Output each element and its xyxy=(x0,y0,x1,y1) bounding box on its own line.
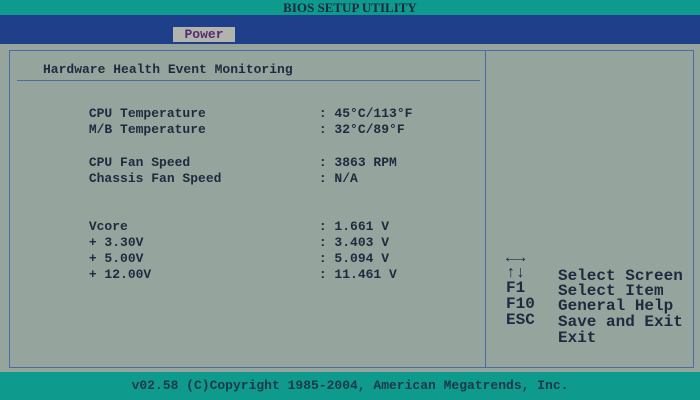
section-divider xyxy=(17,80,480,81)
reading-label: + 12.00V xyxy=(88,267,152,282)
reading-label: Chassis Fan Speed xyxy=(88,171,222,186)
tab-power[interactable]: Power xyxy=(173,27,235,42)
reading-row-chassis-fan-speed: Chassis Fan Speed : N/A xyxy=(42,156,358,201)
copyright-text: v02.58 (C)Copyright 1985-2004, American … xyxy=(131,378,569,393)
app-title: BIOS SETUP UTILITY xyxy=(283,0,417,15)
title-bar: BIOS SETUP UTILITY xyxy=(0,0,700,15)
help-row-exit: ESC Exit xyxy=(486,293,693,365)
settings-panel: Hardware Health Event Monitoring CPU Tem… xyxy=(10,51,486,367)
reading-label: M/B Temperature xyxy=(88,122,206,137)
main-frame: Hardware Health Event Monitoring CPU Tem… xyxy=(9,50,694,368)
reading-value: : N/A xyxy=(318,171,358,186)
footer-bar: v02.58 (C)Copyright 1985-2004, American … xyxy=(0,372,700,400)
menu-bar: Power xyxy=(0,15,700,44)
section-title: Hardware Health Event Monitoring xyxy=(43,62,293,77)
help-desc: Exit xyxy=(558,329,597,347)
reading-row-12v: + 12.00V : 11.461 V xyxy=(42,252,397,297)
help-panel: ←→ Select Screen ↑↓ Select Item F1 Gener… xyxy=(486,51,693,367)
reading-value: : 11.461 V xyxy=(318,267,397,282)
key-esc: ESC xyxy=(506,311,535,329)
reading-value: : 32°C/89°F xyxy=(318,122,405,137)
